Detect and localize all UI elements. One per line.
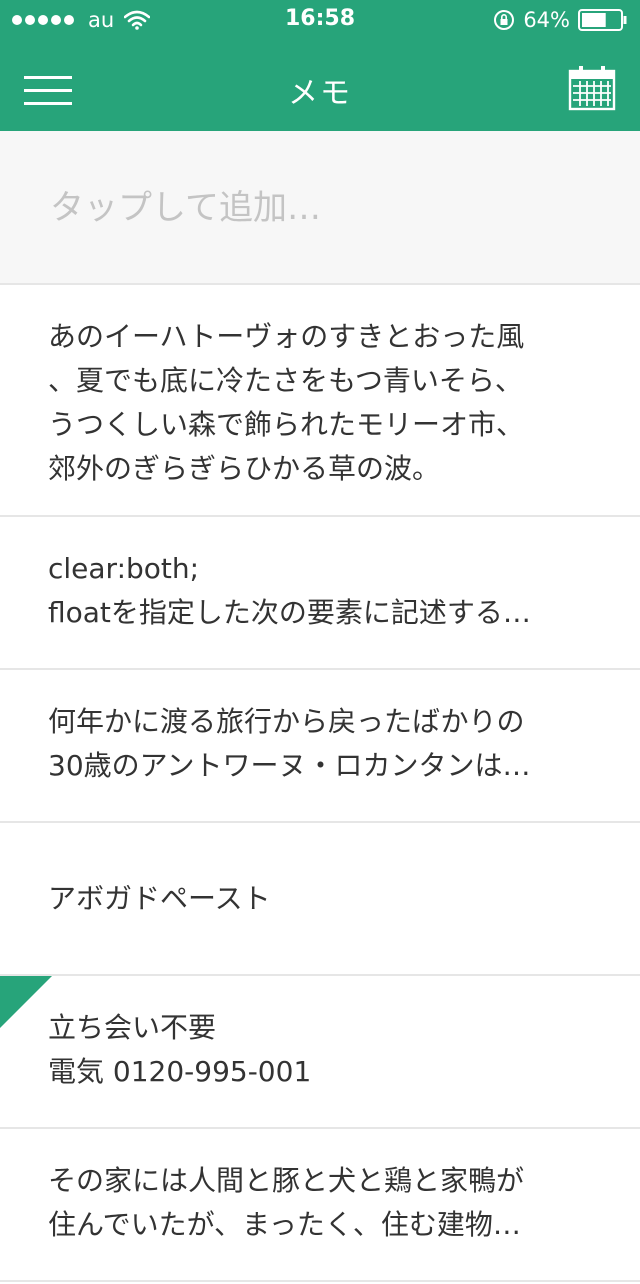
calendar-icon[interactable]	[568, 64, 616, 112]
memo-item[interactable]: アボガドペースト	[0, 823, 640, 976]
memo-item[interactable]: 何年かに渡る旅行から戻ったばかりの 30歳のアントワーヌ・ロカンタンは…	[0, 670, 640, 823]
page-title: メモ	[288, 76, 352, 111]
memo-text: あのイーハトーヴォのすきとおった風 、夏でも底に冷たさをもつ青いそら、 うつくし…	[48, 320, 525, 485]
memo-text: アボガドペースト	[48, 882, 271, 915]
memo-list: あのイーハトーヴォのすきとおった風 、夏でも底に冷たさをもつ青いそら、 うつくし…	[0, 285, 640, 1282]
memo-text: 立ち会い不要 電気 0120-995-001	[48, 1011, 312, 1088]
add-memo-input[interactable]	[48, 179, 612, 237]
memo-text: その家には人間と豚と犬と鶏と家鴨が 住んでいたが、まったく、住む建物…	[48, 1164, 525, 1241]
memo-item[interactable]: あのイーハトーヴォのすきとおった風 、夏でも底に冷たさをもつ青いそら、 うつくし…	[0, 285, 640, 517]
status-right: 64%	[493, 8, 628, 32]
navigation-bar: メモ	[0, 40, 640, 131]
memo-text: clear:both; floatを指定した次の要素に記述する…	[48, 552, 531, 629]
memo-text: 何年かに渡る旅行から戻ったばかりの 30歳のアントワーヌ・ロカンタンは…	[48, 705, 531, 782]
status-bar: au 16:58 64%	[0, 0, 640, 40]
memo-item[interactable]: 立ち会い不要 電気 0120-995-001	[0, 976, 640, 1129]
memo-item[interactable]: clear:both; floatを指定した次の要素に記述する…	[0, 517, 640, 670]
rotation-lock-icon	[494, 10, 515, 30]
battery-icon	[578, 9, 627, 31]
battery-percent: 64%	[523, 8, 570, 32]
add-memo-area	[0, 131, 640, 285]
memo-item[interactable]: その家には人間と豚と犬と鶏と家鴨が 住んでいたが、まったく、住む建物…	[0, 1129, 640, 1282]
flag-marker	[0, 976, 52, 1028]
